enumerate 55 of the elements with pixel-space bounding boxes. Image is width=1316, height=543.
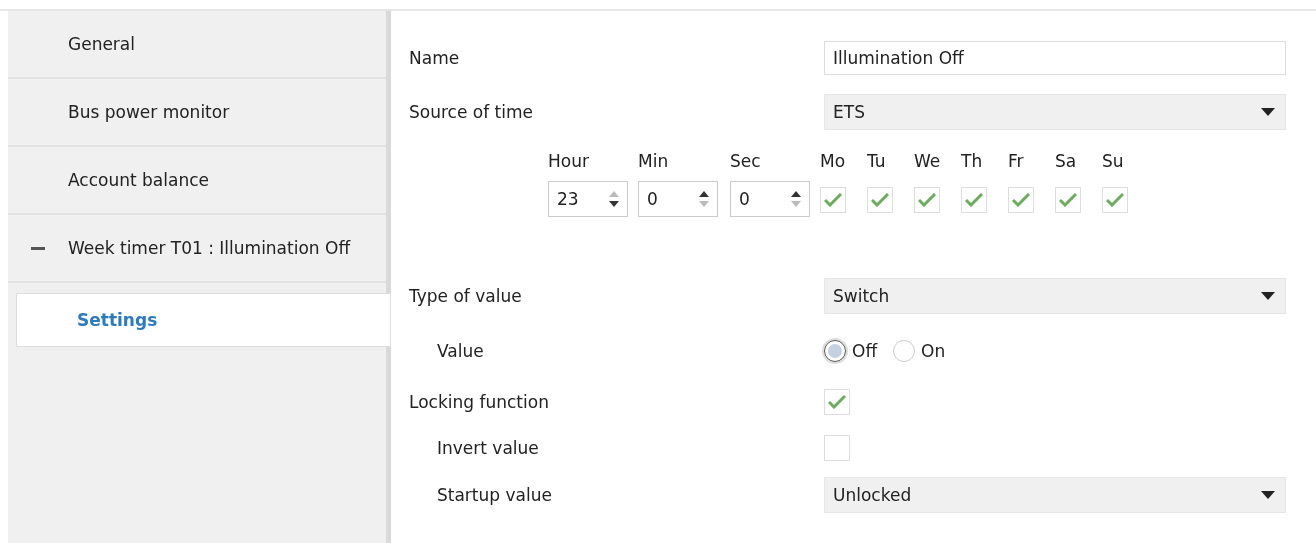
nav-item[interactable]: Bus power monitor [8, 79, 386, 147]
field-label: Value [437, 341, 484, 361]
number-spinner[interactable]: 23 [548, 181, 628, 217]
time-unit-label: Hour [548, 151, 590, 171]
check-icon [828, 395, 846, 409]
checkbox[interactable] [824, 389, 850, 415]
caret-icon [1261, 108, 1275, 116]
dropdown[interactable]: Unlocked [824, 477, 1286, 513]
check-icon [871, 193, 889, 207]
day-checkbox[interactable] [1102, 187, 1128, 213]
field-label: Locking function [409, 392, 549, 412]
day-checkbox[interactable] [914, 187, 940, 213]
field-label: Type of value [409, 286, 522, 306]
nav-item[interactable]: Week timer T01 : Illumination Off [8, 215, 386, 283]
check-icon [1106, 193, 1124, 207]
check-icon [824, 193, 842, 207]
check-icon [1012, 193, 1030, 207]
weekday-label: Fr [1008, 151, 1025, 171]
field-label: Name [409, 48, 460, 68]
nav-item[interactable]: Account balance [8, 147, 386, 215]
check-icon [918, 193, 936, 207]
check-icon [1059, 193, 1077, 207]
time-unit-label: Min [638, 151, 670, 171]
number-spinner[interactable]: 0 [638, 181, 718, 217]
day-checkbox[interactable] [1055, 187, 1081, 213]
field-label: Startup value [437, 485, 552, 505]
day-checkbox[interactable] [961, 187, 987, 213]
weekday-label: Tu [867, 151, 887, 171]
nav-item[interactable]: Settings [16, 293, 391, 347]
weekday-label: We [914, 151, 942, 171]
day-checkbox[interactable] [1008, 187, 1034, 213]
check-icon [965, 193, 983, 207]
nav-item[interactable]: General [8, 11, 386, 79]
weekday-label: Mo [820, 151, 847, 171]
caret-icon [1261, 292, 1275, 300]
number-spinner[interactable]: 0 [730, 181, 810, 217]
down-arrow-icon[interactable] [609, 201, 619, 207]
dropdown[interactable]: Switch [824, 278, 1286, 314]
dropdown[interactable]: ETS [824, 94, 1286, 130]
field-label: Invert value [437, 438, 539, 458]
weekday-label: Sa [1055, 151, 1078, 171]
up-arrow-icon[interactable] [791, 191, 801, 197]
time-unit-label: Sec [730, 151, 762, 171]
weekday-label: Su [1102, 151, 1125, 171]
caret-icon [1261, 491, 1275, 499]
weekday-label: Th [961, 151, 984, 171]
collapse-icon[interactable] [31, 246, 45, 250]
up-arrow-icon[interactable] [699, 191, 709, 197]
field-label: Source of time [409, 102, 533, 122]
day-checkbox[interactable] [867, 187, 893, 213]
name-field[interactable]: Illumination Off [824, 41, 1286, 75]
day-checkbox[interactable] [820, 187, 846, 213]
radio-option[interactable]: Off [824, 340, 878, 362]
checkbox[interactable] [824, 435, 850, 461]
radio-option[interactable]: On [893, 340, 946, 362]
